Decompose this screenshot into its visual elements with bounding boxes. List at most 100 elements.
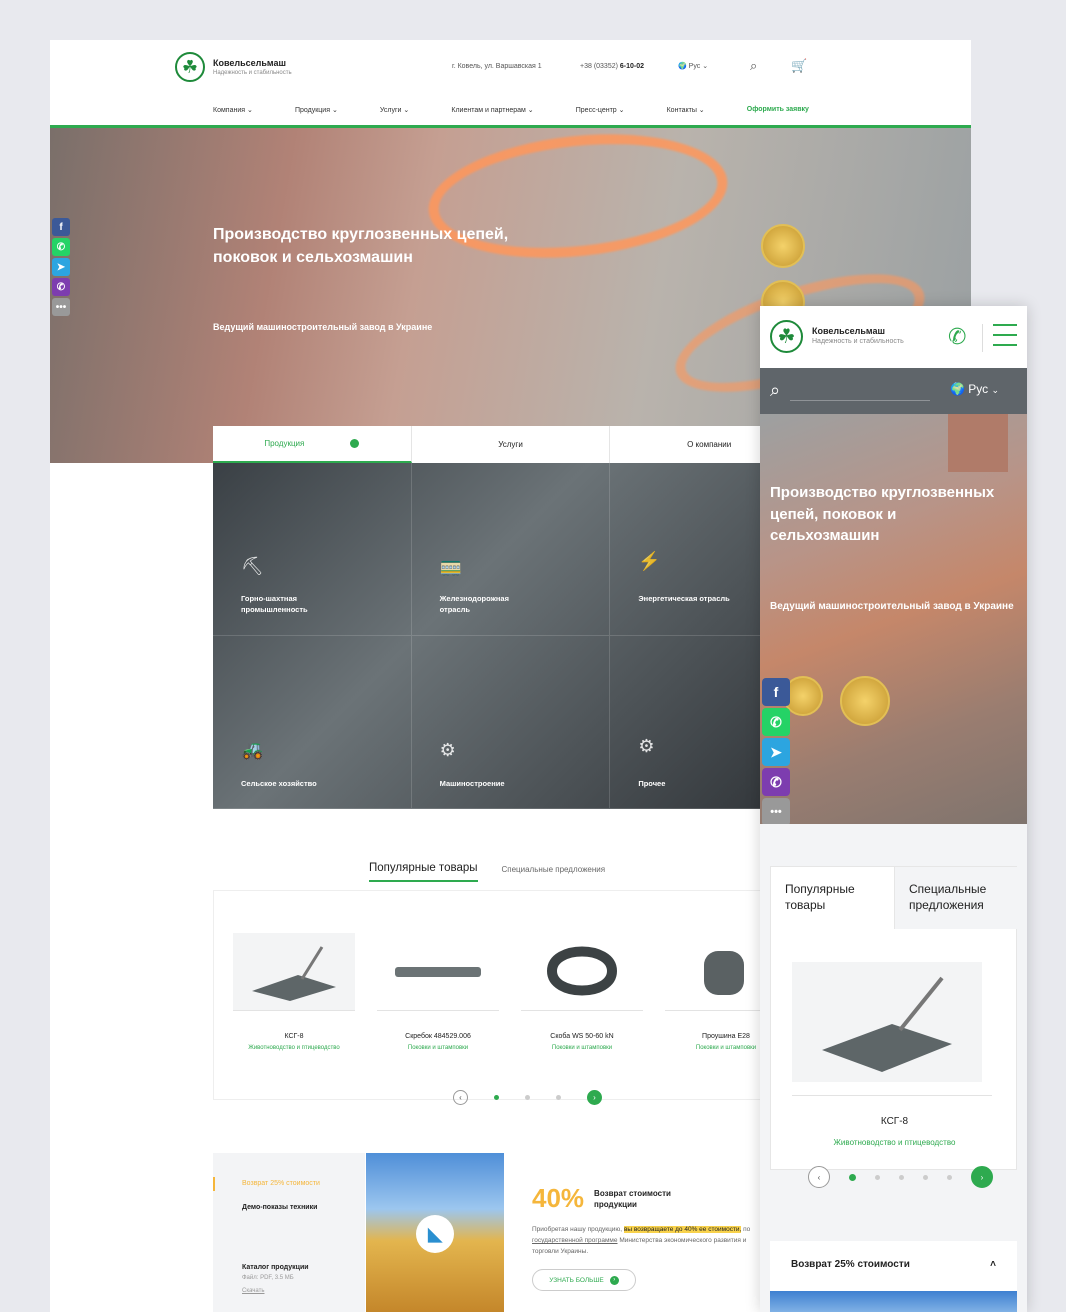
product-category[interactable]: Поковки и штамповки bbox=[521, 1045, 643, 1051]
search-input-line[interactable] bbox=[790, 400, 930, 401]
product-card[interactable]: КСГ-8 Животноводство и птицеводство bbox=[233, 933, 355, 1051]
carousel-dot[interactable] bbox=[923, 1174, 928, 1180]
header: ☘ Ковельсельмаш Надежность и стабильност… bbox=[50, 40, 971, 128]
search-icon[interactable]: ⌕ bbox=[750, 58, 757, 74]
telegram-icon[interactable]: ➤ bbox=[762, 738, 790, 766]
promo-highlight: вы возвращаете до 40% ее стоимости, bbox=[623, 1226, 742, 1233]
nav-label: Клиентам и партнерам bbox=[451, 107, 526, 114]
hero-subtitle: Ведущий машиностроительный завод в Украи… bbox=[213, 322, 433, 332]
promo-content: 40% Возврат стоимости продукции Приобрета… bbox=[532, 1183, 762, 1291]
mobile-search-bar: ⌕ 🌍 Рус ⌄ bbox=[760, 368, 1027, 414]
nav-item-contacts[interactable]: Контакты ⌄ bbox=[667, 106, 705, 114]
tab-services[interactable]: Услуги bbox=[412, 426, 611, 463]
language-select[interactable]: 🌍 Рус ⌄ bbox=[950, 382, 999, 396]
category-grid: ⛏ Горно-шахтная промышленность 🚃 Железнодо… bbox=[213, 463, 809, 809]
promo-percent: 40% bbox=[532, 1183, 585, 1213]
carousel-prev-button[interactable]: ‹ bbox=[453, 1090, 468, 1105]
section-tabs: Продукция Услуги О компании bbox=[213, 426, 810, 463]
nav-item-clients[interactable]: Клиентам и партнерам ⌄ bbox=[451, 106, 533, 114]
logo[interactable]: ☘ Ковельсельмаш Надежность и стабильност… bbox=[175, 52, 292, 82]
tab-popular-products[interactable]: Популярные товары bbox=[369, 862, 478, 882]
carousel-dot[interactable] bbox=[525, 1095, 530, 1100]
phone[interactable]: +38 (03352) 6-10-02 bbox=[580, 63, 644, 70]
mobile-social-bar: f ✆ ➤ ✆ ••• bbox=[762, 678, 790, 824]
program-link[interactable]: государственной программе bbox=[532, 1237, 618, 1244]
promo-text-part: по bbox=[741, 1226, 751, 1233]
product-image bbox=[233, 933, 355, 1011]
clover-icon[interactable]: ☘ bbox=[770, 320, 803, 353]
tab-special-offers[interactable]: Специальные предложения bbox=[894, 867, 1017, 929]
product-category[interactable]: Животноводство и птицеводство bbox=[771, 1138, 1018, 1147]
viber-icon[interactable]: ✆ bbox=[762, 768, 790, 796]
carousel-dot[interactable] bbox=[494, 1095, 499, 1100]
mobile-products-card: Популярные товары Специальные предложени… bbox=[770, 866, 1017, 1170]
tractor-icon: 🚜 bbox=[241, 740, 264, 760]
whatsapp-icon[interactable]: ✆ bbox=[762, 708, 790, 736]
product-category[interactable]: Животноводство и птицеводство bbox=[233, 1045, 355, 1051]
cart-icon[interactable]: 🛒 bbox=[791, 58, 807, 74]
menu-icon[interactable] bbox=[993, 324, 1017, 346]
address: г. Ковель, ул. Варшавская 1 bbox=[452, 63, 542, 70]
program-logo-icon: ◣ bbox=[416, 1215, 454, 1253]
facebook-icon[interactable]: f bbox=[762, 678, 790, 706]
carousel-dot[interactable] bbox=[849, 1173, 856, 1181]
product-category[interactable]: Поковки и штамповки bbox=[377, 1045, 499, 1051]
tab-products[interactable]: Продукция bbox=[213, 426, 412, 463]
nav-item-products[interactable]: Продукция ⌄ bbox=[295, 106, 338, 114]
viber-icon[interactable]: ✆ bbox=[52, 278, 70, 296]
search-icon[interactable]: ⌕ bbox=[770, 380, 780, 401]
tab-popular-products[interactable]: Популярные товары bbox=[771, 867, 894, 929]
promo-nav-return[interactable]: Возврат 25% стоимости bbox=[242, 1180, 320, 1187]
carousel-dot[interactable] bbox=[556, 1095, 561, 1100]
carousel-dot[interactable] bbox=[899, 1174, 904, 1180]
nav-item-company[interactable]: Компания ⌄ bbox=[213, 106, 253, 114]
product-name: КСГ-8 bbox=[284, 1033, 304, 1040]
download-link[interactable]: Скачать bbox=[242, 1288, 265, 1294]
carousel-next-button[interactable]: › bbox=[587, 1090, 602, 1105]
category-agriculture[interactable]: 🚜 Сельское хозяйство bbox=[213, 636, 412, 809]
phone-number: 6-10-02 bbox=[619, 63, 645, 70]
product-name: КСГ-8 bbox=[880, 1116, 909, 1127]
product-card[interactable]: Скребок 484529.006 Поковки и штамповки bbox=[377, 933, 499, 1051]
whatsapp-icon[interactable]: ✆ bbox=[52, 238, 70, 256]
carousel-next-button[interactable]: › bbox=[971, 1166, 993, 1188]
divider bbox=[982, 324, 983, 352]
carousel-dot[interactable] bbox=[875, 1174, 880, 1180]
promo-section: Возврат 25% стоимости Демо-показы техник… bbox=[213, 1153, 773, 1312]
nav-label: Пресс-центр bbox=[575, 107, 617, 114]
phone-prefix: +38 (03352) bbox=[580, 63, 618, 70]
mobile-sky-image bbox=[770, 1291, 1017, 1312]
learn-more-button[interactable]: УЗНАТЬ БОЛЬШЕ › bbox=[532, 1269, 636, 1291]
promo-nav-demo[interactable]: Демо-показы техники bbox=[242, 1204, 317, 1211]
facebook-icon[interactable]: f bbox=[52, 218, 70, 236]
carousel-dot[interactable] bbox=[947, 1174, 952, 1180]
mobile-accordion-return[interactable]: Возврат 25% стоимости ˄ bbox=[770, 1241, 1017, 1291]
category-label: Машиностроение bbox=[439, 779, 505, 788]
telegram-icon[interactable]: ➤ bbox=[52, 258, 70, 276]
chevron-down-icon: ⌄ bbox=[991, 385, 1000, 395]
category-machinery[interactable]: ⚙ Машиностроение bbox=[411, 636, 611, 809]
category-railway[interactable]: 🚃 Железнодорожная отрасль bbox=[411, 463, 611, 636]
hero-furnace-shape bbox=[948, 414, 1008, 472]
product-image[interactable] bbox=[792, 962, 982, 1082]
carousel-prev-button[interactable]: ‹ bbox=[808, 1166, 830, 1188]
language-select[interactable]: 🌍 Рус ⌄ bbox=[678, 62, 708, 70]
tab-label: Услуги bbox=[498, 440, 523, 449]
nav-label: Продукция bbox=[294, 107, 330, 114]
products-carousel: КСГ-8 Животноводство и птицеводство Скре… bbox=[213, 890, 809, 1100]
catalog-file-info: Файл: PDF, 3.5 МБ bbox=[242, 1275, 294, 1281]
category-label: Горно-шахтная промышленность bbox=[241, 594, 308, 614]
nav-label: Компания bbox=[213, 107, 246, 114]
phone-icon[interactable]: ✆ bbox=[948, 324, 966, 350]
tab-special-offers[interactable]: Специальные предложения bbox=[502, 865, 606, 882]
promo-nav-catalog[interactable]: Каталог продукции bbox=[242, 1264, 309, 1271]
nav-item-press[interactable]: Пресс-центр ⌄ bbox=[576, 106, 625, 114]
mobile-hero-title: Производство круглозвенных цепей, поково… bbox=[770, 484, 995, 544]
order-link[interactable]: Оформить заявку bbox=[747, 106, 809, 114]
nav-item-services[interactable]: Услуги ⌄ bbox=[380, 106, 409, 114]
category-mining[interactable]: ⛏ Горно-шахтная промышленность bbox=[213, 463, 412, 636]
more-icon[interactable]: ••• bbox=[762, 798, 790, 824]
mobile-brand-name: Ковельсельмаш bbox=[812, 326, 885, 336]
product-card[interactable]: Скоба WS 50-60 kN Поковки и штамповки bbox=[521, 933, 643, 1051]
more-icon[interactable]: ••• bbox=[52, 298, 70, 316]
